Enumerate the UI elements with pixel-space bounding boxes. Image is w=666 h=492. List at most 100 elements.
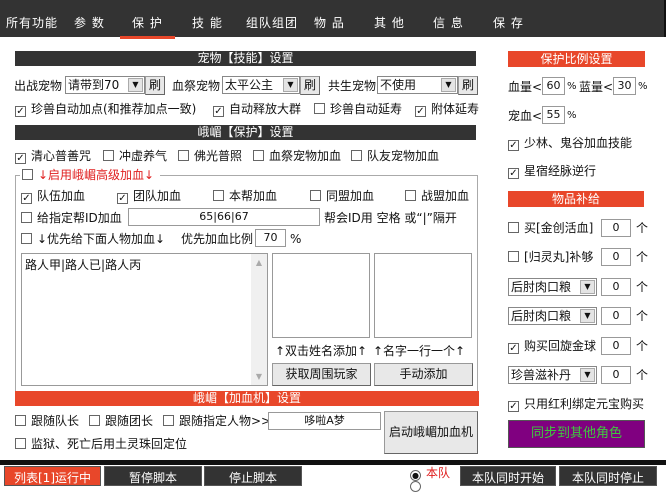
buy-ball-checkbox[interactable]: ✓ 购买回旋金球	[508, 339, 596, 354]
pause-script-button[interactable]: 暂停脚本	[104, 466, 202, 486]
hp-label: 血量<	[508, 80, 543, 94]
tab-protect[interactable]: 保 护	[120, 14, 175, 39]
mp-input[interactable]: 30	[613, 77, 636, 95]
alliance-heal-checkbox[interactable]: 同盟加血	[310, 189, 374, 203]
hp-input[interactable]: 60	[542, 77, 565, 95]
priority-names-textarea[interactable]: 路人甲|路人已|路人丙 ▲ ▼	[21, 253, 268, 386]
tab-info[interactable]: 信 息	[433, 14, 464, 31]
unit: 个	[636, 221, 649, 235]
gui-checkbox[interactable]: [归灵丸]补够	[508, 250, 593, 264]
get-nearby-button[interactable]: 获取周围玩家	[272, 363, 371, 386]
blood-pet-select[interactable]: 太平公主 ▼	[222, 76, 300, 94]
tab-all[interactable]: 所有功能	[6, 14, 58, 31]
follow-leader-checkbox[interactable]: 跟随队长	[15, 414, 79, 428]
unit: 个	[636, 280, 649, 294]
tab-items[interactable]: 物 品	[314, 14, 345, 31]
chevron-down-icon: ▼	[580, 368, 595, 382]
guild-id-checkbox[interactable]: 给指定帮ID加血	[21, 211, 122, 225]
foguang-checkbox[interactable]: 佛光普照	[178, 149, 242, 163]
manual-add-button[interactable]: 手动添加	[374, 363, 473, 386]
auto-point-checkbox[interactable]: ✓ 珍兽自动加点(和推荐加点一致)	[15, 102, 196, 117]
radio-other[interactable]	[410, 481, 421, 492]
follow-person-checkbox[interactable]: 跟随指定人物>>	[163, 414, 271, 428]
refresh-blood-button[interactable]: 刷	[300, 76, 320, 95]
follow-group-checkbox[interactable]: 跟随团长	[89, 414, 153, 428]
qingxin-checkbox[interactable]: ✓ 清心普善咒	[15, 149, 91, 164]
shaolin-skill-checkbox[interactable]: ✓ 少林、鬼谷加血技能	[508, 136, 632, 151]
hp-pct: %	[567, 81, 577, 92]
follow-group-label: 跟随团长	[105, 414, 154, 428]
blood-pet-heal-checkbox[interactable]: 血祭宠物加血	[253, 149, 341, 163]
start-healer-button[interactable]: 启动峨嵋加血机	[384, 411, 478, 454]
chevron-down-icon: ▼	[283, 78, 298, 92]
food1-select[interactable]: 后肘肉口粮 ▼	[508, 278, 597, 296]
bonus-only-checkbox[interactable]: ✓ 只用红利绑定元宝购买	[508, 397, 644, 412]
auto-life-checkbox[interactable]: 珍兽自动延寿	[314, 102, 402, 116]
unit: 个	[636, 250, 649, 264]
buy-herb-checkbox[interactable]: 买[金创活血]	[508, 221, 593, 235]
buy-herb-label: 买[金创活血]	[524, 221, 594, 235]
chongxu-checkbox[interactable]: 冲虚养气	[103, 149, 167, 163]
priority-checkbox[interactable]: ↓优先给下面人物加血↓	[21, 232, 165, 246]
team-heal-checkbox[interactable]: ✓ 队伍加血	[21, 189, 85, 204]
team-stop-button[interactable]: 本队同时停止	[559, 466, 657, 486]
follow-person-input[interactable]: 哆啦A梦	[268, 412, 381, 430]
guild-heal-checkbox[interactable]: 本帮加血	[213, 189, 277, 203]
pill-qty[interactable]: 0	[601, 366, 631, 384]
tab-save[interactable]: 保 存	[493, 14, 524, 31]
priority-ratio-label: 优先加血比例	[181, 232, 254, 246]
team-heal-label: 队伍加血	[37, 189, 86, 203]
advanced-label: ↓启用峨嵋高级加血↓	[38, 168, 155, 182]
guild-id-input[interactable]: 65|66|67	[128, 208, 320, 226]
tab-other[interactable]: 其 他	[374, 14, 405, 31]
ball-qty[interactable]: 0	[601, 337, 631, 355]
xingxiu-checkbox[interactable]: ✓ 星宿经脉逆行	[508, 164, 596, 179]
gui-label: [归灵丸]补够	[524, 250, 594, 264]
foguang-label: 佛光普照	[194, 149, 243, 163]
auto-group-label: 自动释放大群	[229, 102, 302, 116]
running-status-button[interactable]: 列表[1]运行中	[4, 466, 101, 486]
mate-pet-heal-checkbox[interactable]: 队友宠物加血	[351, 149, 439, 163]
priority-label: ↓优先给下面人物加血↓	[37, 232, 166, 246]
pill-select[interactable]: 珍兽滋补丹 ▼	[508, 366, 597, 384]
pill-value: 珍兽滋补丹	[511, 368, 572, 382]
tab-skills[interactable]: 技 能	[192, 14, 223, 31]
war-alliance-heal-checkbox[interactable]: 战盟加血	[405, 189, 469, 203]
auto-group-checkbox[interactable]: ✓ 自动释放大群	[213, 102, 301, 117]
follow-person-label: 跟随指定人物>>	[179, 414, 272, 428]
pet-hp-pct: %	[567, 110, 577, 121]
food2-qty[interactable]: 0	[601, 307, 631, 325]
refresh-out-button[interactable]: 刷	[145, 76, 165, 95]
team-start-button[interactable]: 本队同时开始	[460, 466, 556, 486]
group-heal-checkbox[interactable]: ✓ 团队加血	[117, 189, 181, 204]
buy-herb-qty[interactable]: 0	[601, 219, 631, 237]
gui-qty[interactable]: 0	[601, 248, 631, 266]
chongxu-label: 冲虚养气	[119, 149, 168, 163]
stop-script-button[interactable]: 停止脚本	[204, 466, 302, 486]
advanced-checkbox[interactable]: ↓启用峨嵋高级加血↓	[20, 168, 161, 182]
tab-team[interactable]: 组队组团	[246, 14, 298, 31]
qingxin-label: 清心普善咒	[31, 149, 92, 163]
top-nav: 所有功能 参 数 保 护 技 能 组队组团 物 品 其 他 信 息 保 存	[0, 0, 666, 39]
sym-pet-select[interactable]: 不使用 ▼	[377, 76, 458, 94]
mate-pet-heal-label: 队友宠物加血	[367, 149, 440, 163]
blood-pet-value: 太平公主	[225, 78, 274, 92]
attach-life-checkbox[interactable]: ✓ 附体延寿	[415, 102, 479, 117]
manual-names-list[interactable]	[374, 253, 472, 338]
refresh-sym-button[interactable]: 刷	[458, 76, 478, 95]
radio-team[interactable]: ● 本队	[410, 466, 450, 481]
tab-params[interactable]: 参 数	[74, 14, 105, 31]
shaolin-skill-label: 少林、鬼谷加血技能	[524, 136, 633, 150]
priority-ratio-input[interactable]: 70	[255, 229, 286, 247]
food1-qty[interactable]: 0	[601, 278, 631, 296]
pet-hp-input[interactable]: 55	[542, 106, 565, 124]
nearby-players-list[interactable]	[272, 253, 370, 338]
out-pet-select[interactable]: 请带到70 ▼	[65, 76, 145, 94]
scrollbar[interactable]: ▲ ▼	[251, 254, 267, 385]
chevron-down-icon: ▼	[580, 309, 595, 323]
sync-button[interactable]: 同步到其他角色	[508, 420, 645, 448]
food2-select[interactable]: 后肘肉口粮 ▼	[508, 307, 597, 325]
guild-id-hint: 帮会ID用 空格 或“|”隔开	[324, 211, 457, 225]
radio-team-label: 本队	[426, 466, 451, 480]
jail-return-checkbox[interactable]: 监狱、死亡后用土灵珠回定位	[15, 437, 187, 451]
